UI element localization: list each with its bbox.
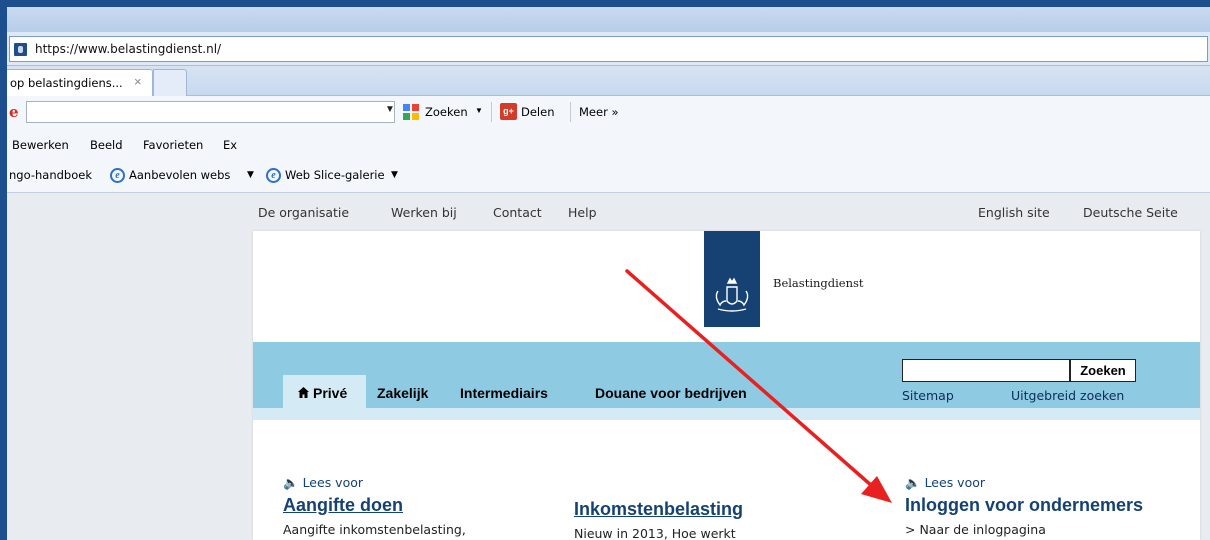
- menu-item-view[interactable]: Beeld: [90, 138, 123, 152]
- sitemap-link[interactable]: Sitemap: [902, 388, 954, 403]
- favorite-item-webslice[interactable]: Web Slice-galerie: [285, 168, 385, 182]
- column-aangifte: 🔈 Lees voor Aangifte doen Aangifte inkom…: [283, 475, 466, 537]
- tab-title: op belastingdiens...: [10, 76, 123, 90]
- nav-tab-prive[interactable]: Privé: [313, 385, 347, 401]
- link-deutsche-seite[interactable]: Deutsche Seite: [1083, 205, 1178, 220]
- address-bar: https://www.belastingdienst.nl/: [7, 32, 1210, 66]
- dropdown-icon[interactable]: ▼: [391, 170, 398, 180]
- menu-item-edit[interactable]: Bewerken: [12, 138, 69, 152]
- google-search-icon[interactable]: [402, 103, 420, 121]
- favorite-item-suggested[interactable]: Aanbevolen webs: [129, 168, 230, 182]
- share-plus-icon[interactable]: g+: [500, 103, 517, 120]
- site-search-button[interactable]: Zoeken: [1070, 359, 1136, 382]
- column-inloggen: 🔈 Lees voor Inloggen voor ondernemers > …: [905, 475, 1143, 537]
- search-dropdown-icon[interactable]: ▼: [385, 104, 395, 115]
- browser-window: https://www.belastingdienst.nl/ op belas…: [7, 7, 1210, 540]
- menu-bar: Bewerken Beeld Favorieten Ex: [7, 129, 1210, 159]
- search-options-dropdown-icon[interactable]: ▼: [475, 106, 483, 115]
- active-tab[interactable]: op belastingdiens... ×: [7, 69, 153, 96]
- logo-banner[interactable]: [704, 231, 760, 327]
- toolbar-more-button[interactable]: Meer »: [579, 105, 619, 119]
- toolbar-brand-icon: e: [9, 103, 19, 121]
- ie-favorite-icon: e: [110, 168, 125, 183]
- link-help[interactable]: Help: [568, 205, 597, 220]
- coat-of-arms-icon: [715, 277, 749, 312]
- site-content: Belastingdienst Privé Zakelijk Intermedi…: [253, 231, 1200, 540]
- read-aloud-link[interactable]: 🔈 Lees voor: [905, 475, 1143, 491]
- nav-underband: [253, 408, 1200, 420]
- column-inkomstenbelasting: Inkomstenbelasting Nieuw in 2013, Hoe we…: [574, 495, 743, 540]
- column-text: Aangifte inkomstenbelasting,: [283, 522, 466, 537]
- tab-close-icon[interactable]: ×: [134, 74, 142, 89]
- toolbar-separator: [570, 102, 571, 122]
- nav-tab-intermediairs[interactable]: Intermediairs: [460, 385, 548, 401]
- site-search-input[interactable]: [902, 359, 1070, 382]
- toolbar-search-button[interactable]: Zoeken: [425, 105, 468, 119]
- link-organisatie[interactable]: De organisatie: [258, 205, 349, 220]
- home-icon: [298, 387, 309, 398]
- site-favicon-icon: [14, 43, 27, 56]
- column-text: Nieuw in 2013, Hoe werkt: [574, 526, 736, 540]
- toolbar-share-button[interactable]: Delen: [521, 105, 555, 119]
- logo-text: Belastingdienst: [773, 276, 864, 290]
- heading-inloggen-ondernemers[interactable]: Inloggen voor ondernemers: [905, 495, 1143, 516]
- link-inlogpagina[interactable]: > Naar de inlogpagina: [905, 522, 1143, 537]
- nav-tab-zakelijk[interactable]: Zakelijk: [377, 385, 428, 401]
- heading-aangifte-doen[interactable]: Aangifte doen: [283, 495, 466, 516]
- title-bar: [7, 7, 1210, 32]
- favorites-bar: ngo-handboek e Aanbevolen webs ▼ e Web S…: [7, 159, 1210, 193]
- nav-tab-douane[interactable]: Douane voor bedrijven: [595, 385, 747, 401]
- new-tab-button[interactable]: [153, 69, 187, 96]
- search-toolbar: e ▼ Zoeken ▼ g+ Delen Meer »: [7, 96, 1210, 129]
- favorite-item[interactable]: ngo-handboek: [9, 168, 92, 182]
- web-page: De organisatie Werken bij Contact Help E…: [7, 193, 1210, 540]
- dropdown-icon[interactable]: ▼: [247, 170, 254, 180]
- ie-favorite-icon: e: [266, 168, 281, 183]
- speaker-icon: 🔈: [905, 475, 921, 490]
- menu-item-extra[interactable]: Ex: [223, 138, 237, 152]
- toolbar-search-input[interactable]: [26, 101, 395, 123]
- window-frame: https://www.belastingdienst.nl/ op belas…: [0, 0, 1210, 540]
- link-contact[interactable]: Contact: [493, 205, 542, 220]
- tab-strip: op belastingdiens... ×: [7, 66, 1210, 96]
- advanced-search-link[interactable]: Uitgebreid zoeken: [1011, 388, 1124, 403]
- address-field[interactable]: https://www.belastingdienst.nl/: [9, 36, 1208, 62]
- main-navigation: Privé Zakelijk Intermediairs Douane voor…: [253, 342, 1200, 408]
- address-url[interactable]: https://www.belastingdienst.nl/: [35, 42, 221, 56]
- menu-item-favorites[interactable]: Favorieten: [143, 138, 203, 152]
- speaker-icon: 🔈: [283, 475, 299, 490]
- heading-inkomstenbelasting[interactable]: Inkomstenbelasting: [574, 499, 743, 520]
- read-aloud-link[interactable]: 🔈 Lees voor: [283, 475, 466, 491]
- toolbar-separator: [491, 102, 492, 122]
- link-werken-bij[interactable]: Werken bij: [391, 205, 457, 220]
- link-english-site[interactable]: English site: [978, 205, 1050, 220]
